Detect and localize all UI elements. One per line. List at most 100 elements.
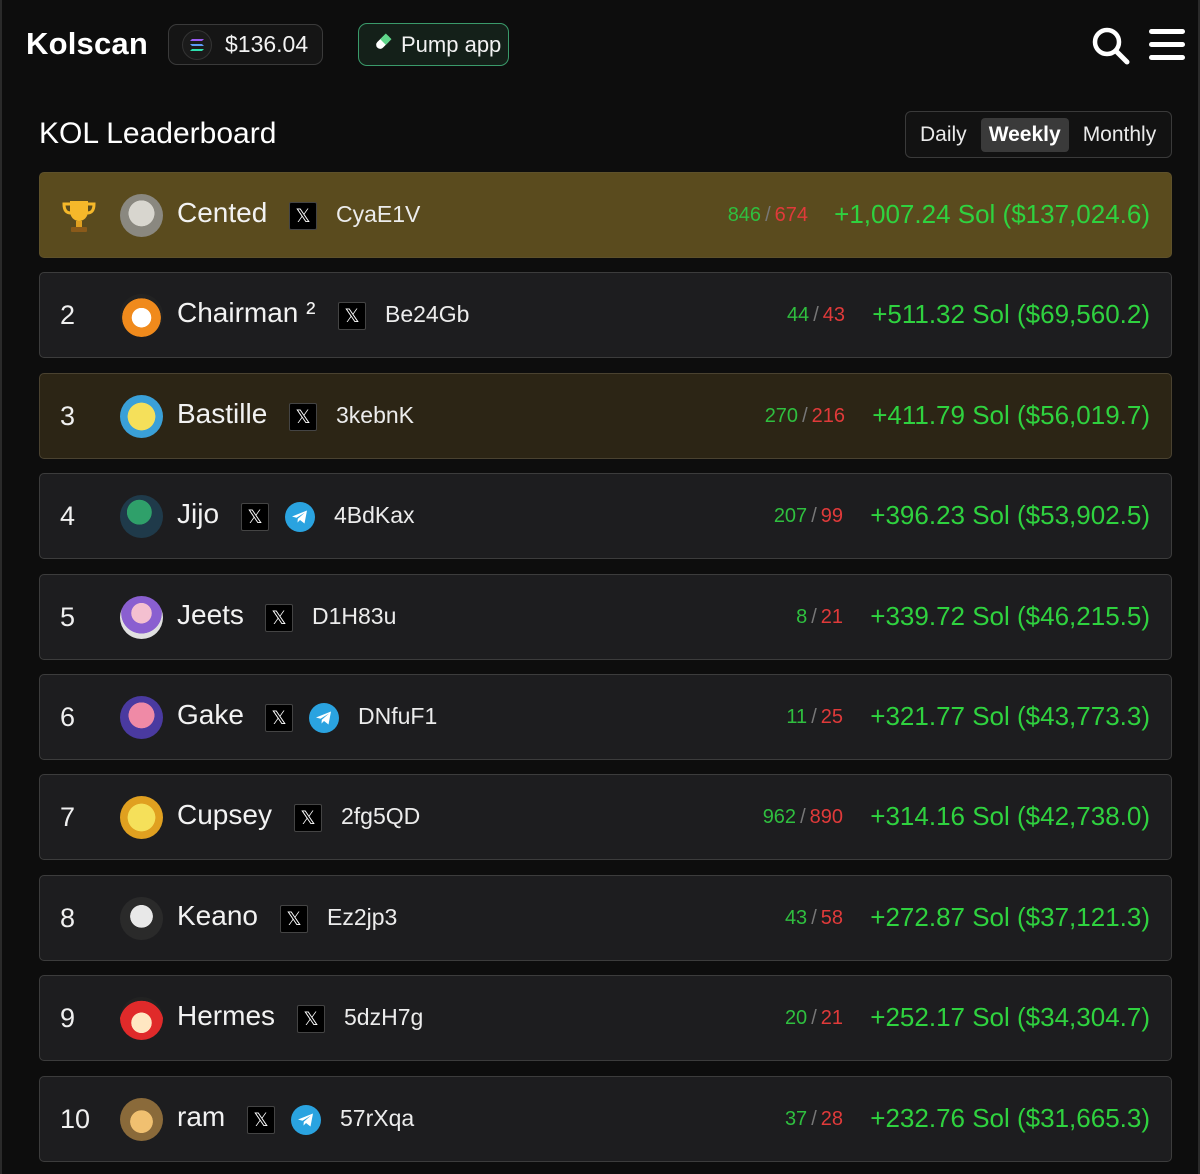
win-loss-count: 44/43 — [787, 304, 845, 327]
pnl-value: +511.32 Sol ($69,560.2) — [872, 299, 1150, 329]
avatar[interactable] — [120, 696, 163, 739]
losses-count: 28 — [820, 1108, 843, 1130]
leaderboard-row[interactable]: 6 Gake 𝕏 DNfuF1 11/25 +321.77 Sol ($43,773… — [39, 674, 1172, 760]
pnl-value: +396.23 Sol ($53,902.5) — [870, 500, 1150, 530]
rank-number: 7 — [60, 802, 76, 832]
rank-number: 5 — [60, 602, 76, 632]
wallet-address[interactable]: DNfuF1 — [358, 703, 437, 730]
wallet-address[interactable]: Be24Gb — [385, 301, 469, 328]
win-loss-count: 11/25 — [786, 706, 843, 729]
wallet-address[interactable]: 5dzH7g — [344, 1004, 423, 1031]
x-twitter-icon[interactable]: 𝕏 — [265, 704, 293, 732]
wins-count: 43 — [784, 907, 808, 929]
leaderboard-row[interactable]: 7 Cupsey 𝕏 2fg5QD 962/890 +314.16 Sol ($42,… — [39, 774, 1172, 860]
page: Kolscan $136.04 Pump app KOL Leaderboard… — [0, 0, 1200, 1174]
avatar[interactable] — [120, 495, 163, 538]
avatar[interactable] — [120, 395, 163, 438]
wins-count: 20 — [784, 1007, 808, 1029]
win-loss-divider: / — [811, 1108, 817, 1130]
avatar[interactable] — [120, 294, 163, 337]
losses-count: 25 — [820, 706, 843, 728]
wallet-address[interactable]: CyaE1V — [336, 201, 420, 228]
search-button[interactable] — [1091, 26, 1131, 66]
kol-name[interactable]: Cented — [177, 197, 267, 229]
rank-number: 6 — [60, 702, 76, 732]
win-loss-divider: / — [811, 706, 817, 728]
x-twitter-icon[interactable]: 𝕏 — [289, 403, 317, 431]
kol-name[interactable]: Jijo — [177, 498, 219, 530]
telegram-icon[interactable] — [309, 703, 339, 733]
losses-count: 21 — [820, 606, 843, 628]
leaderboard-row[interactable]: 4 Jijo 𝕏 4BdKax 207/99 +396.23 Sol ($53,90… — [39, 473, 1172, 559]
x-twitter-icon[interactable]: 𝕏 — [265, 604, 293, 632]
win-loss-divider: / — [765, 204, 771, 226]
wins-count: 44 — [786, 304, 810, 326]
leaderboard-row[interactable]: 8 Keano 𝕏 Ez2jp3 43/58 +272.87 Sol ($37,121… — [39, 875, 1172, 961]
leaderboard-row[interactable]: 10 ram 𝕏 57rXqa 37/28 +232.76 Sol ($31,665… — [39, 1076, 1172, 1162]
win-loss-count: 270/216 — [765, 405, 845, 428]
pnl-value: +321.77 Sol ($43,773.3) — [870, 701, 1150, 731]
pnl-value: +314.16 Sol ($42,738.0) — [870, 801, 1150, 831]
telegram-icon[interactable] — [291, 1105, 321, 1135]
win-loss-count: 846/674 — [728, 204, 808, 227]
wallet-address[interactable]: Ez2jp3 — [327, 904, 397, 931]
rank-number: 2 — [60, 300, 76, 330]
x-twitter-icon[interactable]: 𝕏 — [338, 302, 366, 330]
kol-name[interactable]: Keano — [177, 900, 258, 932]
wallet-address[interactable]: 3kebnK — [336, 402, 414, 429]
period-weekly-button[interactable]: Weekly — [980, 117, 1069, 152]
period-daily-button[interactable]: Daily — [912, 118, 975, 152]
kol-name[interactable]: Jeets — [177, 599, 244, 631]
top-bar: Kolscan $136.04 Pump app — [2, 0, 1200, 90]
avatar[interactable] — [120, 596, 163, 639]
wins-count: 8 — [796, 606, 808, 628]
menu-button[interactable] — [1147, 27, 1187, 63]
period-monthly-button[interactable]: Monthly — [1075, 118, 1165, 152]
wins-count: 11 — [786, 706, 808, 728]
leaderboard-row[interactable]: 2 Chairman ² 𝕏 Be24Gb 44/43 +511.32 Sol ($6… — [39, 272, 1172, 358]
avatar[interactable] — [120, 194, 163, 237]
pnl-value: +232.76 Sol ($31,665.3) — [870, 1103, 1150, 1133]
kol-name[interactable]: Gake — [177, 699, 244, 731]
wallet-address[interactable]: 57rXqa — [340, 1105, 414, 1132]
wallet-address[interactable]: 4BdKax — [334, 502, 415, 529]
losses-count: 216 — [811, 405, 845, 427]
leaderboard-row[interactable]: 5 Jeets 𝕏 D1H83u 8/21 +339.72 Sol ($46,215.… — [39, 574, 1172, 660]
leaderboard-row[interactable]: 3 Bastille 𝕏 3kebnK 270/216 +411.79 Sol ($5… — [39, 373, 1172, 459]
x-twitter-icon[interactable]: 𝕏 — [294, 804, 322, 832]
wins-count: 846 — [727, 204, 762, 226]
pump-app-button[interactable]: Pump app — [358, 23, 509, 66]
kol-name[interactable]: Bastille — [177, 398, 267, 430]
kol-name[interactable]: Chairman ² — [177, 297, 315, 329]
losses-count: 674 — [774, 204, 808, 226]
kol-name[interactable]: Hermes — [177, 1000, 275, 1032]
x-twitter-icon[interactable]: 𝕏 — [247, 1106, 275, 1134]
win-loss-count: 20/21 — [785, 1007, 843, 1030]
period-toggle: Daily Weekly Monthly — [905, 111, 1172, 158]
page-title: KOL Leaderboard — [39, 117, 277, 150]
losses-count: 43 — [822, 304, 845, 326]
win-loss-divider: / — [811, 1007, 817, 1029]
pnl-value: +411.79 Sol ($56,019.7) — [872, 400, 1150, 430]
x-twitter-icon[interactable]: 𝕏 — [289, 202, 317, 230]
sol-price-pill[interactable]: $136.04 — [168, 24, 323, 65]
x-twitter-icon[interactable]: 𝕏 — [280, 905, 308, 933]
avatar[interactable] — [120, 796, 163, 839]
x-twitter-icon[interactable]: 𝕏 — [241, 503, 269, 531]
telegram-icon[interactable] — [285, 502, 315, 532]
wallet-address[interactable]: D1H83u — [312, 603, 396, 630]
rank-number: 3 — [60, 401, 76, 431]
x-twitter-icon[interactable]: 𝕏 — [297, 1005, 325, 1033]
win-loss-divider: / — [802, 405, 808, 427]
wins-count: 270 — [764, 405, 799, 427]
avatar[interactable] — [120, 997, 163, 1040]
rank-number: 8 — [60, 903, 76, 933]
leaderboard-row[interactable]: Cented 𝕏 CyaE1V 846/674 +1,007.24 Sol ($13… — [39, 172, 1172, 258]
brand-logo[interactable]: Kolscan — [26, 26, 148, 62]
wallet-address[interactable]: 2fg5QD — [341, 803, 420, 830]
avatar[interactable] — [120, 897, 163, 940]
kol-name[interactable]: Cupsey — [177, 799, 272, 831]
avatar[interactable] — [120, 1098, 163, 1141]
kol-name[interactable]: ram — [177, 1101, 225, 1133]
leaderboard-row[interactable]: 9 Hermes 𝕏 5dzH7g 20/21 +252.17 Sol ($34,30… — [39, 975, 1172, 1061]
